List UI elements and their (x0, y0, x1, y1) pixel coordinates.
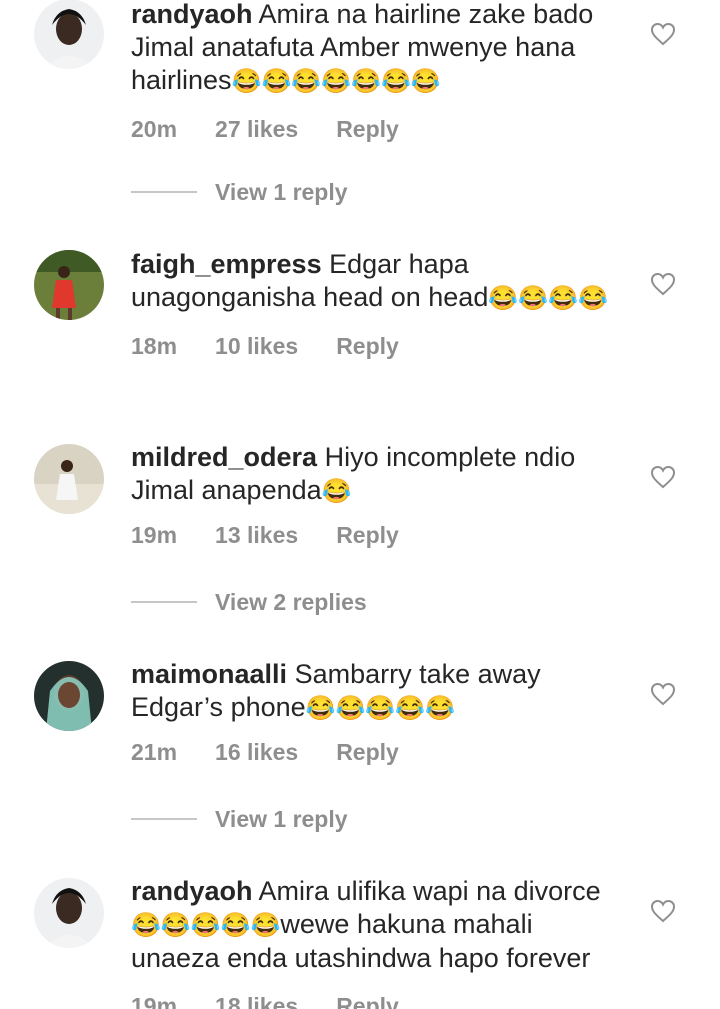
comment-time: 18m (131, 333, 178, 359)
comment-username[interactable]: randyaoh (131, 876, 253, 906)
laughing-emoji-icon: 😂😂😂😂😂 (131, 912, 281, 939)
laughing-emoji-icon: 😂😂😂😂 (488, 285, 608, 312)
comment-likes[interactable]: 18 likes (215, 993, 298, 1009)
comment-time: 20m (131, 116, 178, 142)
view-replies-button[interactable]: View 1 reply (131, 804, 348, 834)
laughing-emoji-icon: 😂😂😂😂😂 (305, 695, 456, 722)
heart-outline-icon[interactable] (650, 899, 676, 923)
comment-time: 19m (131, 522, 178, 548)
reply-button[interactable]: Reply (336, 739, 399, 765)
comment-likes[interactable]: 13 likes (215, 522, 298, 548)
comment-meta: 21m 16 likes Reply (131, 737, 621, 767)
reply-button[interactable]: Reply (336, 993, 399, 1009)
avatar[interactable] (34, 444, 104, 514)
comment-text: randyaoh Amira ulifika wapi na divorce 😂… (131, 875, 621, 975)
view-replies-button[interactable]: View 2 replies (131, 587, 367, 617)
reply-button[interactable]: Reply (336, 116, 399, 142)
view-replies-divider (131, 818, 197, 820)
avatar[interactable] (34, 878, 104, 948)
view-replies-divider (131, 191, 197, 193)
comment-username[interactable]: mildred_odera (131, 442, 317, 472)
heart-outline-icon[interactable] (650, 272, 676, 296)
comment-meta: 18m 10 likes Reply (131, 331, 621, 361)
view-replies-label: View 1 reply (215, 805, 348, 832)
laughing-emoji-icon: 😂 (321, 478, 352, 505)
reply-button[interactable]: Reply (336, 333, 399, 359)
avatar[interactable] (34, 250, 104, 320)
comment-text: maimonaalli Sambarry take away Edgar’s p… (131, 658, 621, 725)
heart-outline-icon[interactable] (650, 682, 676, 706)
comment-text: mildred_odera Hiyo incomplete ndio Jimal… (131, 441, 621, 508)
comment-time: 19m (131, 993, 178, 1009)
comment-time: 21m (131, 739, 178, 765)
comment-likes[interactable]: 10 likes (215, 333, 298, 359)
view-replies-label: View 2 replies (215, 588, 367, 615)
heart-outline-icon[interactable] (650, 465, 676, 489)
comment-username[interactable]: faigh_empress (131, 249, 322, 279)
reply-button[interactable]: Reply (336, 522, 399, 548)
comment-body: Amira ulifika wapi na divorce (258, 876, 601, 906)
comment-meta: 19m 18 likes Reply (131, 991, 621, 1009)
avatar[interactable] (34, 0, 104, 69)
heart-outline-icon[interactable] (650, 22, 676, 46)
view-replies-button[interactable]: View 1 reply (131, 177, 348, 207)
view-replies-divider (131, 601, 197, 603)
comment-text: faigh_empress Edgar hapa unagonganisha h… (131, 248, 621, 315)
comments-list: randyaoh Amira na hairline zake bado Jim… (0, 0, 720, 1009)
comment-meta: 19m 13 likes Reply (131, 520, 621, 550)
comment-username[interactable]: randyaoh (131, 0, 253, 29)
comment-meta: 20m 27 likes Reply (131, 114, 621, 144)
avatar[interactable] (34, 661, 104, 731)
laughing-emoji-icon: 😂😂😂😂😂😂😂 (231, 68, 441, 95)
comment-likes[interactable]: 16 likes (215, 739, 298, 765)
comment-text: randyaoh Amira na hairline zake bado Jim… (131, 0, 621, 98)
view-replies-label: View 1 reply (215, 178, 348, 205)
comment-username[interactable]: maimonaalli (131, 659, 287, 689)
comment-likes[interactable]: 27 likes (215, 116, 298, 142)
